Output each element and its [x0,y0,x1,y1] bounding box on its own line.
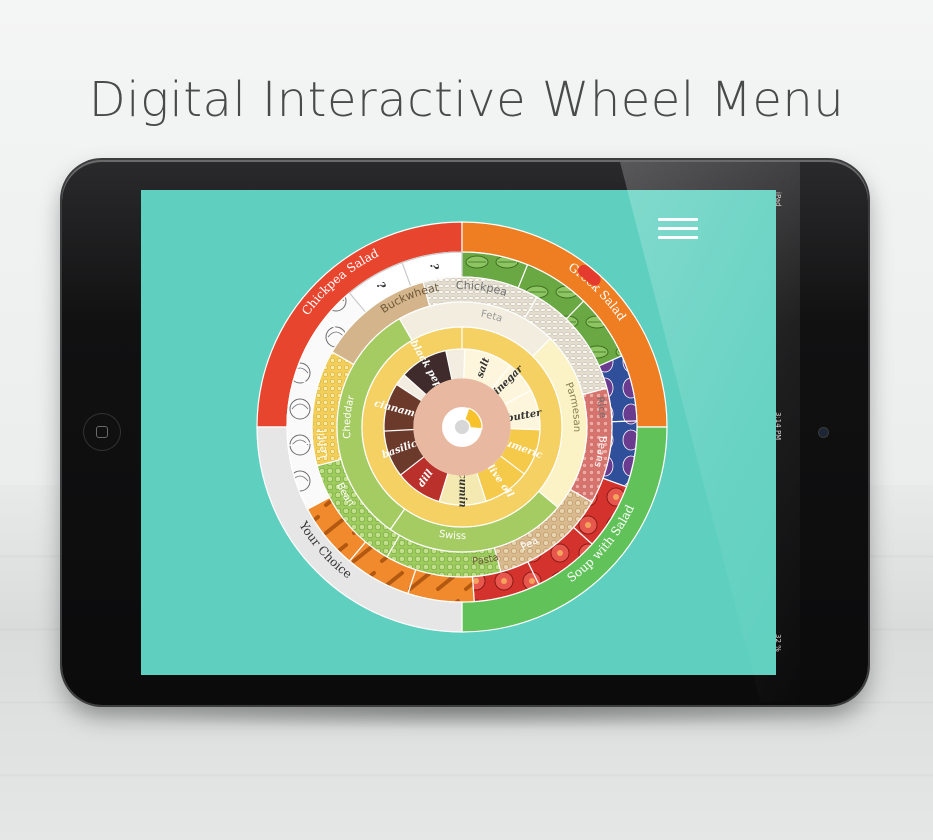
menu-icon[interactable] [658,218,698,240]
wheel-menu[interactable]: ??Buckwheat ChickpeaRiceBeansPastaPeaLent… [141,190,776,675]
status-time: 3:14 PM [774,412,782,441]
status-carrier: iPad [774,192,782,207]
home-button-icon[interactable] [83,413,121,451]
center-knob [455,420,469,434]
status-battery: 32 % [774,634,782,652]
page-title: Digital Interactive Wheel Menu [88,72,845,128]
camera-icon [819,428,828,437]
dressing-label: cumin [457,472,468,507]
app-screen: ?? Buckwheat Chickpea Rice Beans Pasta Pea Lent… [141,190,776,675]
